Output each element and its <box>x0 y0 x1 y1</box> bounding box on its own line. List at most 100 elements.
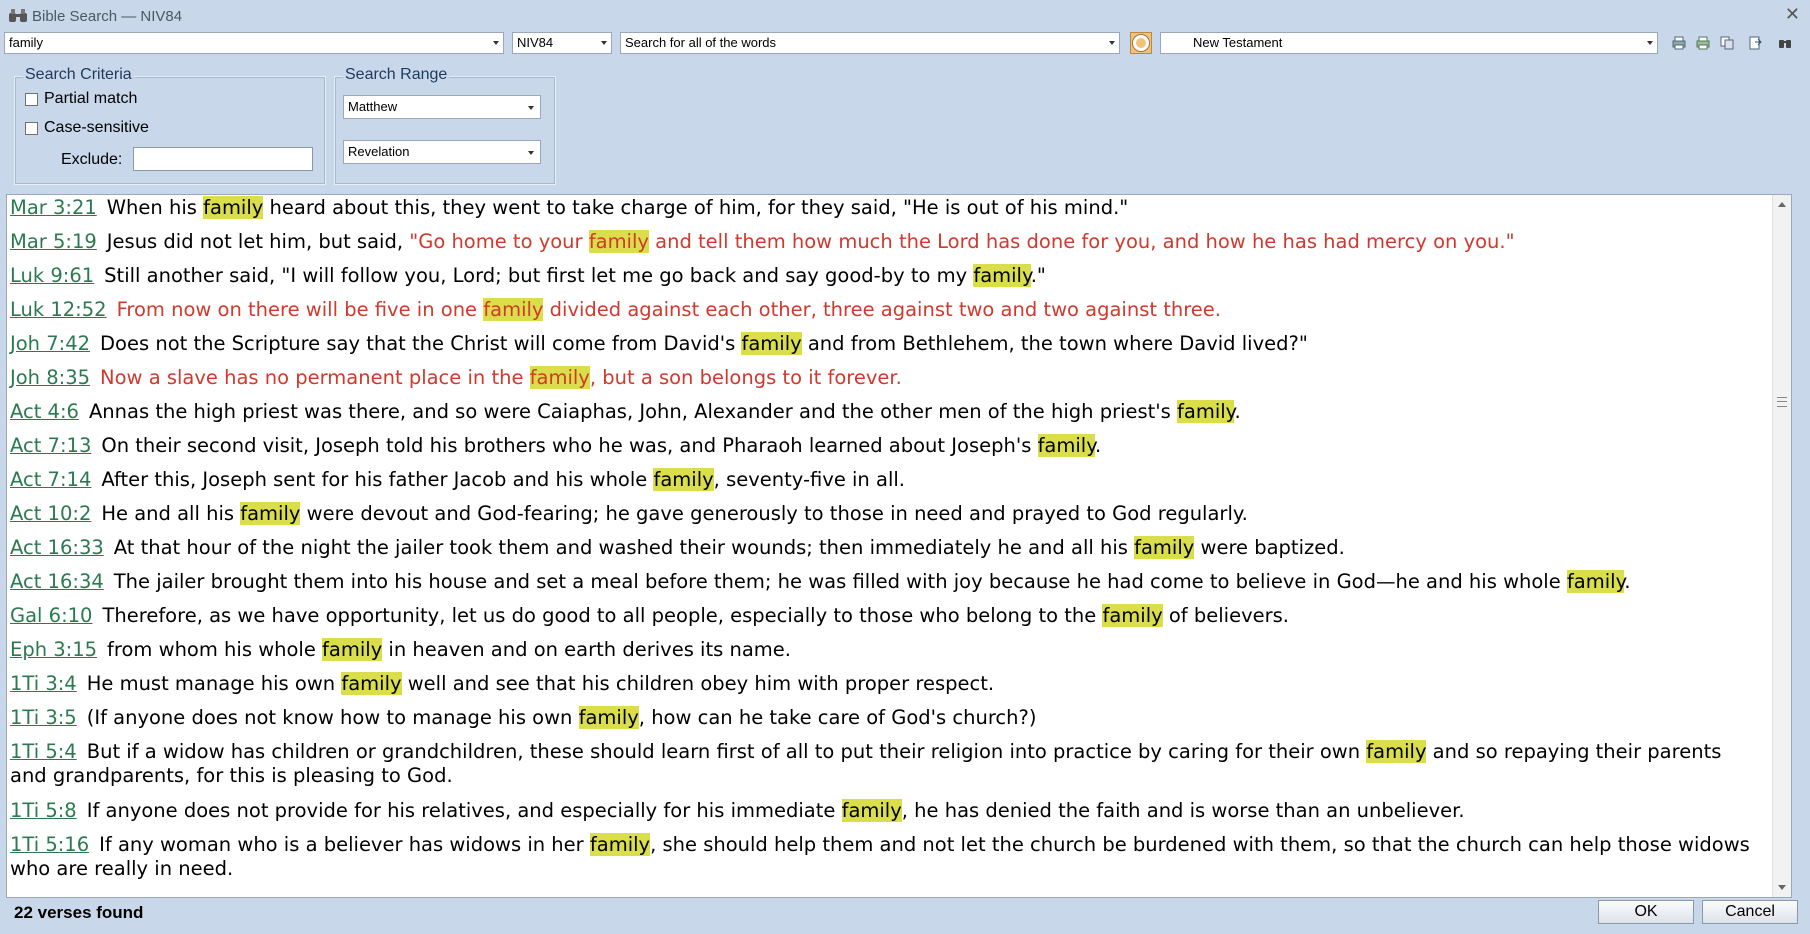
match-highlight: family <box>1102 604 1163 627</box>
result-row: 1Ti 5:8 If anyone does not provide for hi… <box>10 799 1750 823</box>
verse-ref-link[interactable]: 1Ti 5:16 <box>10 833 89 856</box>
verse-text: and tell them how much the Lord has done… <box>648 230 1515 253</box>
range-to-value: Revelation <box>348 144 410 159</box>
verse-ref-link[interactable]: Act 16:34 <box>10 570 104 593</box>
search-go-icon <box>1133 35 1149 51</box>
verse-ref-link[interactable]: Joh 8:35 <box>10 366 90 389</box>
version-select-value: NIV84 <box>517 35 554 50</box>
verse-text: . <box>1234 400 1241 423</box>
search-mode-select[interactable]: Search for all of the words <box>620 32 1120 54</box>
chevron-down-icon[interactable] <box>528 151 534 155</box>
verse-ref-link[interactable]: Mar 5:19 <box>10 230 97 253</box>
print-button[interactable] <box>1668 32 1690 54</box>
search-input-value: family <box>9 35 43 50</box>
search-mode-value: Search for all of the words <box>625 35 777 50</box>
verse-text: . <box>1624 570 1631 593</box>
case-sensitive-checkbox[interactable] <box>25 121 38 135</box>
result-row: Joh 8:35 Now a slave has no permanent pla… <box>10 366 1750 390</box>
ok-button[interactable]: OK <box>1598 900 1694 924</box>
results-pane[interactable]: Mar 3:21 When his family heard about this… <box>6 194 1792 898</box>
result-row: 1Ti 3:4 He must manage his own family wel… <box>10 672 1750 696</box>
verse-ref-link[interactable]: Act 7:14 <box>10 468 91 491</box>
verse-text: Therefore, as we have opportunity, let u… <box>102 604 1103 627</box>
verse-text: , but a son belongs to it forever. <box>589 366 902 389</box>
find-button[interactable] <box>1774 32 1796 54</box>
verse-ref-link[interactable]: Eph 3:15 <box>10 638 97 661</box>
verse-text: He and all his <box>101 502 241 525</box>
verse-ref-link[interactable]: Luk 12:52 <box>10 298 107 321</box>
result-row: Joh 7:42 Does not the Scripture say that … <box>10 332 1750 356</box>
results-scrollbar[interactable] <box>1772 195 1791 897</box>
search-go-button[interactable] <box>1130 32 1152 54</box>
verse-ref-link[interactable]: 1Ti 3:4 <box>10 672 77 695</box>
verse-text: were devout and God-fearing; he gave gen… <box>300 502 1248 525</box>
chevron-down-icon[interactable] <box>1109 41 1115 45</box>
cancel-button[interactable]: Cancel <box>1702 900 1798 924</box>
verse-text: But if a widow has children or grandchil… <box>86 740 1367 763</box>
match-highlight: family <box>653 468 714 491</box>
range-from-select[interactable]: Matthew <box>343 95 541 119</box>
case-sensitive-label: Case-sensitive <box>44 119 149 136</box>
verse-ref-link[interactable]: Joh 7:42 <box>10 332 90 355</box>
search-criteria-legend: Search Criteria <box>23 66 134 84</box>
version-select[interactable]: NIV84 <box>512 32 612 54</box>
copy-icon <box>1720 36 1734 50</box>
verse-text: heard about this, they went to take char… <box>263 196 1129 219</box>
range-preset-select[interactable]: New Testament <box>1160 32 1658 54</box>
verse-text: . <box>1094 434 1102 457</box>
verse-text: Still another said, "I will follow you, … <box>104 264 974 287</box>
verse-ref-link[interactable]: 1Ti 3:5 <box>10 706 77 729</box>
match-highlight: family <box>1177 400 1235 423</box>
copy-button[interactable] <box>1716 32 1738 54</box>
verse-text: of believers. <box>1162 604 1289 627</box>
verse-ref-link[interactable]: Mar 3:21 <box>10 196 97 219</box>
exclude-input[interactable] <box>133 147 313 171</box>
match-highlight: family <box>841 799 902 822</box>
verse-text: Jesus did not let him, but said, <box>106 230 410 253</box>
match-highlight: family <box>1566 570 1625 593</box>
verse-ref-link[interactable]: 1Ti 5:4 <box>10 740 77 763</box>
verse-ref-link[interactable]: Act 4:6 <box>10 400 79 423</box>
result-row: Act 4:6 Annas the high priest was there, … <box>10 400 1750 424</box>
partial-match-checkbox[interactable] <box>25 92 38 106</box>
verse-text: If anyone does not provide for his relat… <box>86 799 842 822</box>
verse-text: Does not the Scripture say that the Chri… <box>100 332 742 355</box>
range-to-select[interactable]: Revelation <box>343 140 541 164</box>
verse-text: were baptized. <box>1194 536 1345 559</box>
export-button[interactable] <box>1744 32 1766 54</box>
scroll-thumb-grip[interactable] <box>1777 397 1787 407</box>
export-icon <box>1749 36 1762 50</box>
result-row: 1Ti 5:4 But if a widow has children or gr… <box>10 740 1750 788</box>
search-criteria-group: Search Criteria Partial match Case-sensi… <box>14 66 326 185</box>
binoculars-icon <box>1779 40 1791 48</box>
search-input[interactable]: family <box>4 32 504 54</box>
chevron-down-icon[interactable] <box>1647 41 1653 45</box>
verse-text: He must manage his own <box>86 672 342 695</box>
verse-text: If any woman who is a believer has widow… <box>99 833 590 856</box>
verse-ref-link[interactable]: Luk 9:61 <box>10 264 94 287</box>
result-row: 1Ti 3:5 (If anyone does not know how to m… <box>10 706 1750 730</box>
chevron-down-icon[interactable] <box>528 106 534 110</box>
partial-match-label: Partial match <box>44 90 138 107</box>
partial-match-option[interactable]: Partial match <box>25 90 137 108</box>
close-icon[interactable]: ✕ <box>1785 4 1800 25</box>
scroll-down-icon[interactable] <box>1778 885 1786 890</box>
toolbar: family NIV84 Search for all of the words… <box>0 32 1810 56</box>
chevron-down-icon[interactable] <box>601 41 607 45</box>
results-count: 22 verses found <box>14 903 144 922</box>
verse-ref-link[interactable]: Act 16:33 <box>10 536 104 559</box>
chevron-down-icon[interactable] <box>493 41 499 45</box>
verse-ref-link[interactable]: Act 7:13 <box>10 434 91 457</box>
search-range-group: Search Range Matthew Revelation <box>334 66 556 185</box>
print-preview-icon <box>1696 36 1710 50</box>
result-row: Luk 9:61 Still another said, "I will foll… <box>10 264 1750 288</box>
print-icon <box>1672 36 1686 50</box>
verse-ref-link[interactable]: Act 10:2 <box>10 502 91 525</box>
print-preview-button[interactable] <box>1692 32 1714 54</box>
scroll-up-icon[interactable] <box>1778 202 1786 207</box>
verse-text: and from Bethlehem, the town where David… <box>801 332 1308 355</box>
match-highlight: family <box>1037 434 1095 457</box>
verse-ref-link[interactable]: 1Ti 5:8 <box>10 799 77 822</box>
case-sensitive-option[interactable]: Case-sensitive <box>25 119 149 137</box>
verse-ref-link[interactable]: Gal 6:10 <box>10 604 92 627</box>
